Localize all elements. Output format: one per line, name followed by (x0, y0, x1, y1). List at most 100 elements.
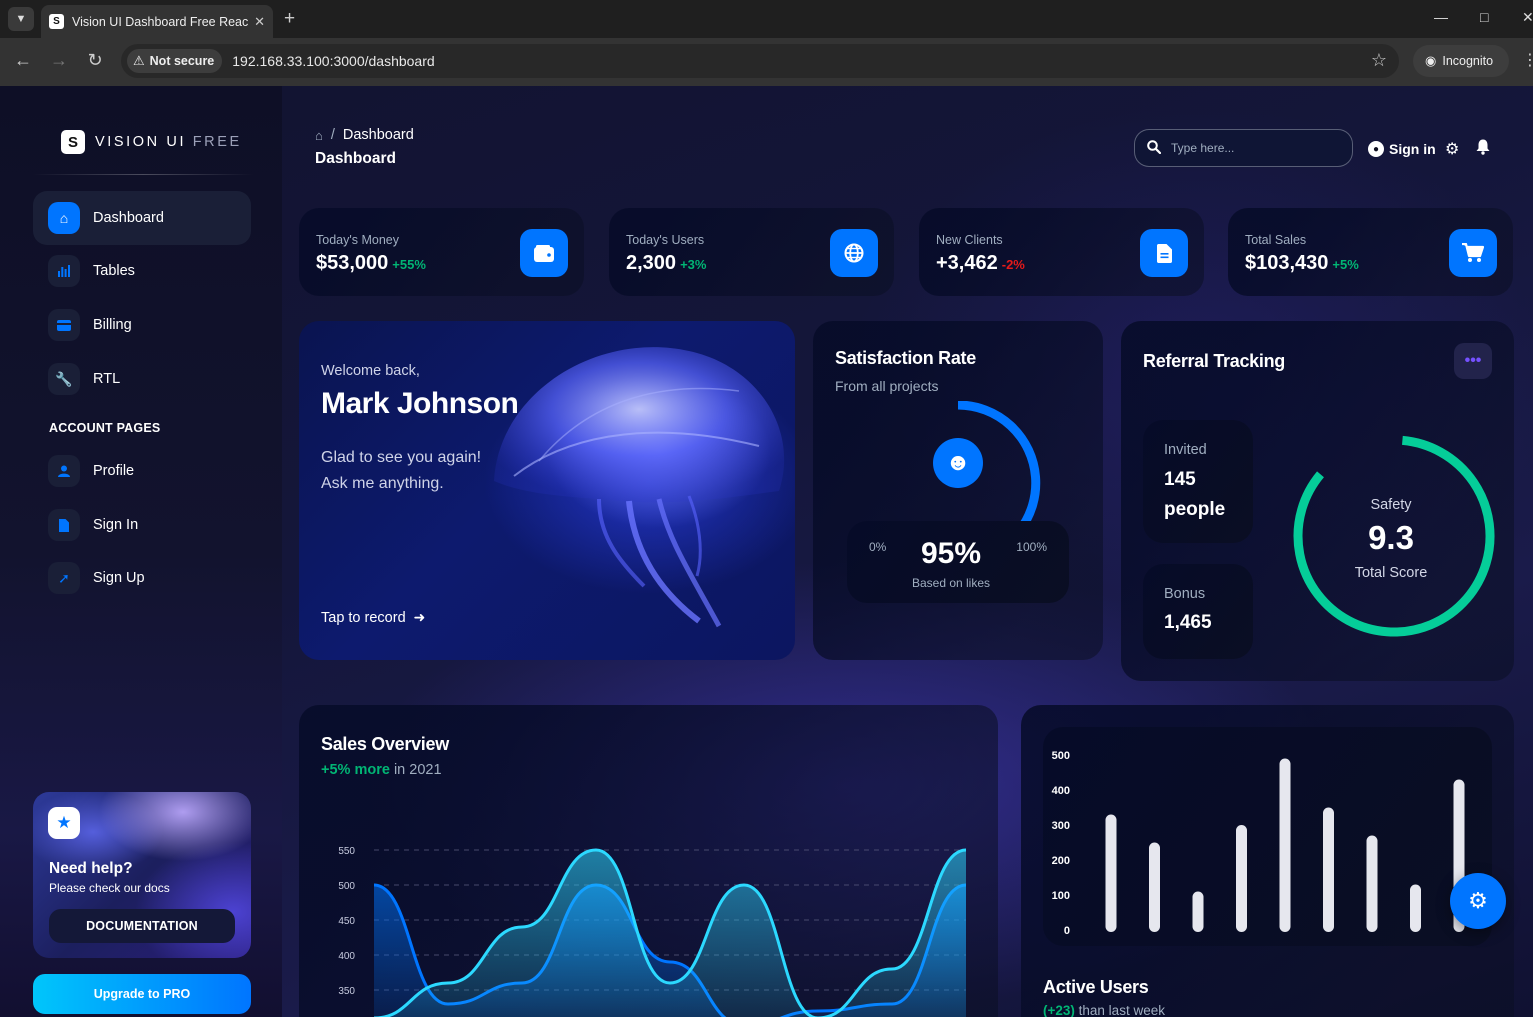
incognito-badge[interactable]: ◉ Incognito (1413, 45, 1509, 77)
tab-title: Vision UI Dashboard Free React (72, 14, 249, 29)
bar (1410, 884, 1421, 932)
satisfaction-card: Satisfaction Rate From all projects ☻ 0%… (813, 321, 1103, 660)
globe-icon (830, 229, 878, 277)
bar (1192, 891, 1204, 932)
upgrade-button[interactable]: Upgrade to PRO (33, 974, 251, 1014)
close-tab-icon[interactable]: ✕ (254, 14, 265, 30)
sidebar-item-label: Dashboard (93, 210, 164, 226)
minimize-icon[interactable]: — (1434, 9, 1448, 25)
brand[interactable]: S VISION UI FREE (61, 130, 242, 154)
cart-icon (1449, 229, 1497, 277)
y-tick-label: 300 (1052, 820, 1070, 832)
sidebar-item-label: RTL (93, 371, 121, 387)
browser-menu-icon[interactable]: ⋮ (1522, 50, 1533, 70)
sidebar-item-tables[interactable]: Tables (33, 244, 251, 298)
favicon-icon: S (49, 14, 64, 29)
y-tick-label: 450 (338, 916, 355, 927)
stat-card-users: Today's Users 2,300 +3% (609, 208, 894, 296)
stat-label: Today's Money (316, 233, 399, 247)
card-title: Referral Tracking (1143, 351, 1285, 371)
welcome-greeting: Welcome back, (321, 363, 420, 379)
y-tick-label: 500 (1052, 750, 1070, 762)
sidebar-item-sign-up[interactable]: ➚ Sign Up (33, 551, 251, 605)
incognito-label: Incognito (1442, 54, 1494, 68)
wrench-icon: 🔧 (48, 363, 80, 395)
search-box[interactable] (1134, 129, 1353, 167)
y-tick-label: 200 (1052, 855, 1070, 867)
maximize-icon[interactable]: □ (1480, 9, 1488, 25)
referral-card: Referral Tracking ••• Invited 145 people… (1121, 321, 1514, 681)
smile-icon: ☻ (933, 438, 983, 488)
y-tick-label: 400 (1052, 785, 1070, 797)
more-options-button[interactable]: ••• (1454, 343, 1492, 379)
y-tick-label: 400 (338, 951, 355, 962)
reload-icon[interactable]: ↻ (83, 50, 107, 71)
document-icon (1140, 229, 1188, 277)
bar (1366, 835, 1378, 932)
stat-label: Total Sales (1245, 233, 1307, 247)
sign-in-link[interactable]: ● Sign in (1368, 141, 1436, 157)
page-title: Dashboard (315, 150, 396, 167)
help-card: ★ Need help? Please check our docs DOCUM… (33, 792, 251, 958)
y-tick-label: 500 (338, 881, 355, 892)
card-subtitle: From all projects (835, 378, 939, 394)
sidebar-item-label: Sign Up (93, 570, 145, 586)
search-input[interactable] (1171, 141, 1331, 155)
stat-change: +55% (392, 257, 426, 272)
active-users-card: 500 400 300 200 100 0 Active Users (+23) than… (1021, 705, 1514, 1017)
tap-to-record-link[interactable]: Tap to record ➜ (321, 609, 425, 626)
security-chip[interactable]: ⚠ Not secure (127, 49, 223, 73)
back-icon[interactable]: ← (11, 50, 35, 71)
user-circle-icon: ● (1368, 141, 1384, 157)
gear-icon[interactable]: ⚙ (1445, 139, 1459, 159)
sidebar-item-profile[interactable]: Profile (33, 444, 251, 498)
browser-tab[interactable]: S Vision UI Dashboard Free React ✕ (41, 5, 273, 38)
sidebar-item-sign-in[interactable]: Sign In (33, 498, 251, 552)
address-bar[interactable]: ⚠ Not secure 192.168.33.100:3000/dashboa… (121, 44, 1399, 78)
bell-icon[interactable] (1476, 139, 1490, 160)
warning-icon: ⚠ (133, 53, 145, 68)
search-icon (1147, 139, 1162, 157)
breadcrumb-current: Dashboard (342, 127, 414, 143)
tab-search-button[interactable]: ▼ (8, 7, 34, 31)
bonus-box: Bonus 1,465 (1143, 564, 1253, 659)
browser-tab-strip: ▼ S Vision UI Dashboard Free React ✕ + —… (0, 0, 1533, 38)
sidebar-item-rtl[interactable]: 🔧 RTL (33, 352, 251, 406)
home-icon[interactable]: ⌂ (315, 128, 323, 143)
stat-value: 2,300 +3% (626, 252, 707, 274)
welcome-name: Mark Johnson (321, 387, 519, 420)
document-icon (48, 509, 80, 541)
browser-toolbar: ← → ↻ ⚠ Not secure 192.168.33.100:3000/d… (0, 38, 1533, 86)
rocket-icon: ➚ (48, 562, 80, 594)
breadcrumb-separator: / (330, 127, 335, 143)
arrow-right-icon: ➜ (413, 609, 426, 625)
new-tab-icon[interactable]: + (284, 8, 295, 30)
help-subtitle: Please check our docs (49, 881, 170, 895)
close-window-icon[interactable]: ✕ (1522, 9, 1533, 26)
stat-card-sales: Total Sales $103,430 +5% (1228, 208, 1513, 296)
settings-fab-button[interactable]: ⚙ (1450, 873, 1506, 929)
invited-label: Invited (1164, 442, 1207, 458)
stat-change: +3% (680, 257, 707, 272)
sidebar-item-dashboard[interactable]: ⌂ Dashboard (33, 191, 251, 245)
sales-overview-card: Sales Overview +5% more in 2021 550 500 45… (299, 705, 998, 1017)
stat-card-money: Today's Money $53,000 +55% (299, 208, 584, 296)
bar (1323, 807, 1334, 932)
bar (1236, 825, 1247, 932)
y-tick-label: 0 (1064, 925, 1070, 937)
safety-value: 9.3 (1368, 519, 1414, 556)
bookmark-star-icon[interactable]: ☆ (1371, 50, 1387, 71)
sidebar-item-billing[interactable]: Billing (33, 298, 251, 352)
url-text[interactable]: 192.168.33.100:3000/dashboard (232, 53, 434, 69)
forward-icon[interactable]: → (47, 50, 71, 71)
stat-value: $103,430 +5% (1245, 252, 1359, 274)
documentation-button[interactable]: DOCUMENTATION (49, 909, 235, 943)
stat-label: Today's Users (626, 233, 705, 247)
security-label: Not secure (149, 54, 215, 68)
sidebar-item-label: Profile (93, 463, 135, 479)
section-title: ACCOUNT PAGES (49, 421, 161, 435)
satisfaction-value: 95% (920, 537, 982, 570)
bar (1279, 758, 1291, 932)
bar-chart-icon (48, 255, 80, 287)
card-title: Satisfaction Rate (835, 348, 976, 368)
